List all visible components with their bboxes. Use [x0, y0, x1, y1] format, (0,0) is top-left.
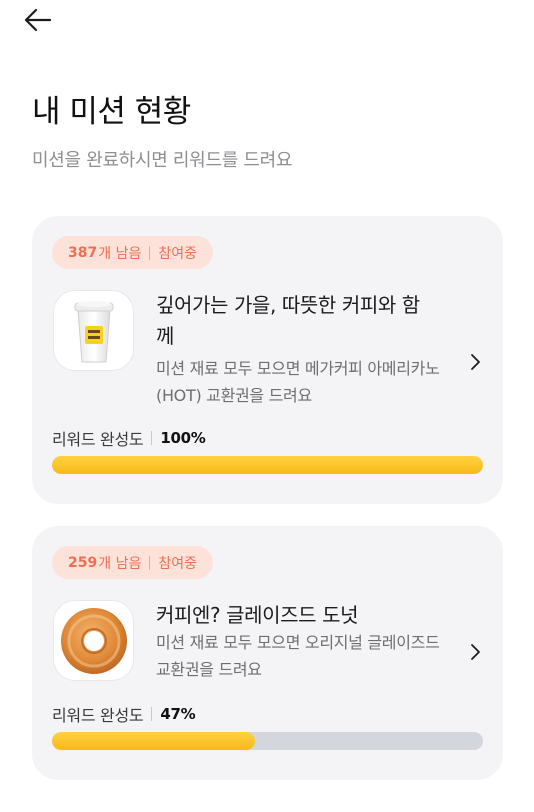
participation-status: 참여중	[158, 245, 197, 262]
remaining-unit: 개 남음	[98, 245, 142, 262]
remaining-unit: 개 남음	[98, 555, 142, 572]
progress-label-row: 리워드 완성도 100%	[52, 426, 206, 450]
status-badge: 259 개 남음 참여중	[52, 546, 213, 579]
progress-label: 리워드 완성도	[52, 706, 144, 725]
progress-divider	[151, 431, 153, 445]
progress-fill	[52, 456, 483, 474]
progress-label: 리워드 완성도	[52, 430, 144, 449]
coffee-cup-icon	[74, 300, 113, 362]
page-title: 내 미션 현황	[32, 94, 191, 130]
mission-title: 깊어가는 가을, 따뜻한 커피와 함께	[156, 293, 420, 348]
back-button[interactable]	[18, 4, 58, 36]
progress-fill	[52, 732, 255, 750]
mission-description: 미션 재료 모두 모으면 메가커피 아메리카노(HOT) 교환권을 드려요	[156, 359, 440, 405]
status-badge: 387 개 남음 참여중	[52, 236, 213, 269]
progress-percent: 47%	[160, 705, 196, 723]
progress-bar	[52, 732, 483, 750]
remaining-count: 387	[68, 244, 98, 261]
mission-thumbnail	[53, 600, 134, 681]
remaining-count: 259	[68, 554, 98, 571]
badge-divider	[149, 245, 151, 260]
chevron-right-icon[interactable]	[465, 352, 485, 372]
participation-status: 참여중	[158, 555, 197, 572]
progress-bar	[52, 456, 483, 474]
progress-percent: 100%	[160, 429, 206, 447]
progress-divider	[151, 707, 153, 721]
badge-divider	[149, 555, 151, 570]
mission-card[interactable]: 387 개 남음 참여중 깊어가는 가을, 따뜻한 커피와 함께 미션 재료 모…	[32, 216, 503, 504]
chevron-right-icon[interactable]	[465, 642, 485, 662]
arrow-left-icon	[24, 8, 52, 32]
donut-icon	[60, 607, 127, 674]
mission-card[interactable]: 259 개 남음 참여중 커피엔? 글레이즈드 도넛 미션 재료 모두 모으면 …	[32, 526, 503, 780]
mission-thumbnail	[53, 290, 134, 371]
progress-label-row: 리워드 완성도 47%	[52, 702, 196, 726]
mission-title: 커피엔? 글레이즈드 도넛	[156, 603, 359, 627]
page-subtitle: 미션을 완료하시면 리워드를 드려요	[32, 150, 293, 171]
mission-description: 미션 재료 모두 모으면 오리지널 글레이즈드 교환권을 드려요	[156, 633, 440, 679]
